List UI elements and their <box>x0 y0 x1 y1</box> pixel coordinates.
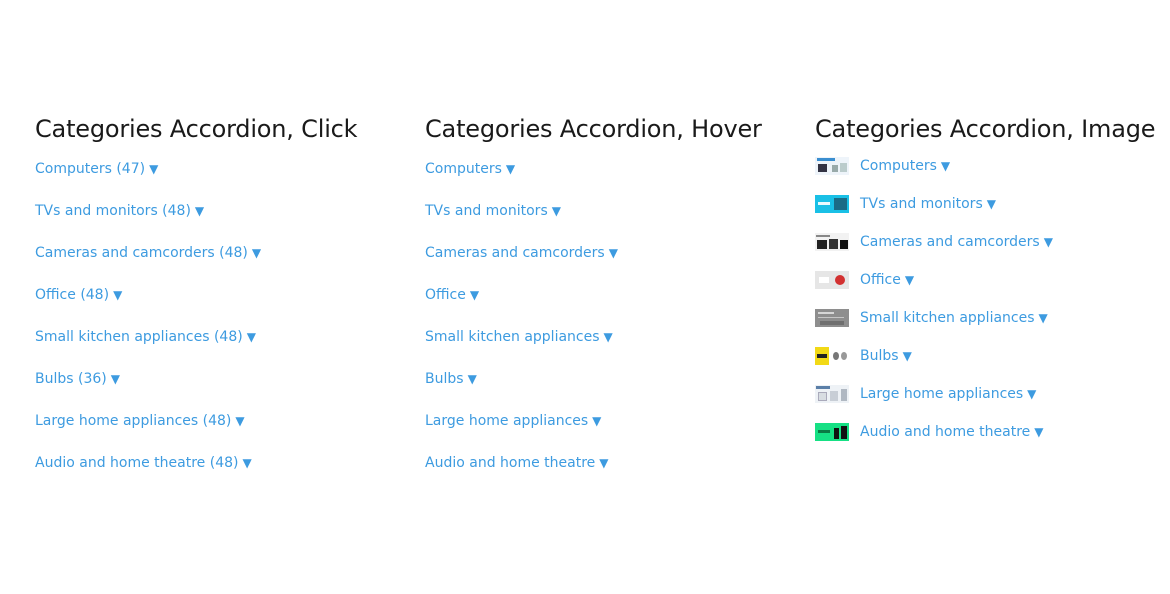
category-link[interactable]: Computers <box>425 161 502 177</box>
category-item-large-appliances[interactable]: Large home appliances (48) ▼ <box>35 410 405 452</box>
office-thumbnail[interactable] <box>815 271 849 289</box>
category-item-cameras[interactable]: Cameras and camcorders (48) ▼ <box>35 242 405 284</box>
category-item-bulbs[interactable]: Bulbs ▼ <box>425 368 795 410</box>
category-item-office[interactable]: Office (48) ▼ <box>35 284 405 326</box>
expand-arrow-icon[interactable]: ▼ <box>506 158 515 180</box>
category-item-tvs-monitors[interactable]: TVs and monitors (48) ▼ <box>35 200 405 242</box>
category-link[interactable]: Office (48) <box>35 287 109 303</box>
audio-thumbnail[interactable] <box>815 423 849 441</box>
category-item-audio[interactable]: Audio and home theatre ▼ <box>815 421 1165 459</box>
expand-arrow-icon[interactable]: ▼ <box>1027 383 1036 405</box>
expand-arrow-icon[interactable]: ▼ <box>987 193 996 215</box>
expand-arrow-icon[interactable]: ▼ <box>1044 231 1053 253</box>
click-category-list: Computers (47) ▼ TVs and monitors (48) ▼ C… <box>35 158 405 494</box>
image-category-list: Computers ▼ TVs and monitors ▼ Cameras and… <box>815 155 1165 459</box>
category-link[interactable]: Small kitchen appliances <box>860 307 1035 329</box>
expand-arrow-icon[interactable]: ▼ <box>252 242 261 264</box>
expand-arrow-icon[interactable]: ▼ <box>470 284 479 306</box>
expand-arrow-icon[interactable]: ▼ <box>1034 421 1043 443</box>
category-item-computers[interactable]: Computers ▼ <box>425 158 795 200</box>
category-link[interactable]: TVs and monitors (48) <box>35 203 191 219</box>
category-link[interactable]: Computers <box>860 155 937 177</box>
category-link[interactable]: Bulbs <box>425 371 464 387</box>
category-item-large-appliances[interactable]: Large home appliances ▼ <box>815 383 1165 421</box>
expand-arrow-icon[interactable]: ▼ <box>599 452 608 474</box>
category-item-audio[interactable]: Audio and home theatre ▼ <box>425 452 795 494</box>
category-link[interactable]: Audio and home theatre <box>860 421 1030 443</box>
category-item-office[interactable]: Office ▼ <box>425 284 795 326</box>
category-item-computers[interactable]: Computers (47) ▼ <box>35 158 405 200</box>
category-item-large-appliances[interactable]: Large home appliances ▼ <box>425 410 795 452</box>
expand-arrow-icon[interactable]: ▼ <box>113 284 122 306</box>
category-link[interactable]: Large home appliances <box>425 413 588 429</box>
expand-arrow-icon[interactable]: ▼ <box>903 345 912 367</box>
category-item-computers[interactable]: Computers ▼ <box>815 155 1165 193</box>
tvs-thumbnail[interactable] <box>815 195 849 213</box>
expand-arrow-icon[interactable]: ▼ <box>941 155 950 177</box>
category-link[interactable]: Audio and home theatre (48) <box>35 455 238 471</box>
category-item-cameras[interactable]: Cameras and camcorders ▼ <box>815 231 1165 269</box>
category-link[interactable]: TVs and monitors <box>860 193 983 215</box>
category-link[interactable]: Cameras and camcorders (48) <box>35 245 248 261</box>
image-accordion-title: Categories Accordion, Image <box>815 115 1156 143</box>
category-link[interactable]: Large home appliances <box>860 383 1023 405</box>
expand-arrow-icon[interactable]: ▼ <box>149 158 158 180</box>
expand-arrow-icon[interactable]: ▼ <box>195 200 204 222</box>
bulbs-thumbnail[interactable] <box>815 347 849 365</box>
large-appliances-thumbnail[interactable] <box>815 385 849 403</box>
category-item-kitchen[interactable]: Small kitchen appliances ▼ <box>425 326 795 368</box>
category-link[interactable]: Cameras and camcorders <box>425 245 605 261</box>
expand-arrow-icon[interactable]: ▼ <box>604 326 613 348</box>
category-item-tvs-monitors[interactable]: TVs and monitors ▼ <box>425 200 795 242</box>
expand-arrow-icon[interactable]: ▼ <box>905 269 914 291</box>
hover-accordion-title: Categories Accordion, Hover <box>425 115 762 143</box>
expand-arrow-icon[interactable]: ▼ <box>111 368 120 390</box>
expand-arrow-icon[interactable]: ▼ <box>247 326 256 348</box>
computers-thumbnail[interactable] <box>815 157 849 175</box>
cameras-thumbnail[interactable] <box>815 233 849 251</box>
expand-arrow-icon[interactable]: ▼ <box>552 200 561 222</box>
category-link[interactable]: Bulbs <box>860 345 899 367</box>
expand-arrow-icon[interactable]: ▼ <box>235 410 244 432</box>
category-link[interactable]: Small kitchen appliances <box>425 329 600 345</box>
hover-accordion-widget: Categories Accordion, Hover Computers ▼ T… <box>425 113 795 494</box>
category-link[interactable]: Computers (47) <box>35 161 145 177</box>
category-item-audio[interactable]: Audio and home theatre (48) ▼ <box>35 452 405 494</box>
page: Categories Accordion, Click Computers (4… <box>0 0 1170 594</box>
category-link[interactable]: Audio and home theatre <box>425 455 595 471</box>
image-accordion-widget: Categories Accordion, Image Computers ▼ T… <box>815 113 1165 459</box>
expand-arrow-icon[interactable]: ▼ <box>609 242 618 264</box>
category-item-cameras[interactable]: Cameras and camcorders ▼ <box>425 242 795 284</box>
expand-arrow-icon[interactable]: ▼ <box>1039 307 1048 329</box>
category-item-kitchen[interactable]: Small kitchen appliances (48) ▼ <box>35 326 405 368</box>
kitchen-thumbnail[interactable] <box>815 309 849 327</box>
category-item-bulbs[interactable]: Bulbs ▼ <box>815 345 1165 383</box>
category-link[interactable]: Large home appliances (48) <box>35 413 231 429</box>
category-item-office[interactable]: Office ▼ <box>815 269 1165 307</box>
expand-arrow-icon[interactable]: ▼ <box>242 452 251 474</box>
click-accordion-title: Categories Accordion, Click <box>35 115 358 143</box>
category-link[interactable]: TVs and monitors <box>425 203 548 219</box>
category-link[interactable]: Small kitchen appliances (48) <box>35 329 243 345</box>
hover-category-list: Computers ▼ TVs and monitors ▼ Cameras and… <box>425 158 795 494</box>
category-item-bulbs[interactable]: Bulbs (36) ▼ <box>35 368 405 410</box>
expand-arrow-icon[interactable]: ▼ <box>468 368 477 390</box>
category-item-tvs-monitors[interactable]: TVs and monitors ▼ <box>815 193 1165 231</box>
expand-arrow-icon[interactable]: ▼ <box>592 410 601 432</box>
click-accordion-widget: Categories Accordion, Click Computers (4… <box>35 113 405 494</box>
category-link[interactable]: Office <box>860 269 901 291</box>
category-item-kitchen[interactable]: Small kitchen appliances ▼ <box>815 307 1165 345</box>
category-link[interactable]: Bulbs (36) <box>35 371 107 387</box>
category-link[interactable]: Office <box>425 287 466 303</box>
category-link[interactable]: Cameras and camcorders <box>860 231 1040 253</box>
